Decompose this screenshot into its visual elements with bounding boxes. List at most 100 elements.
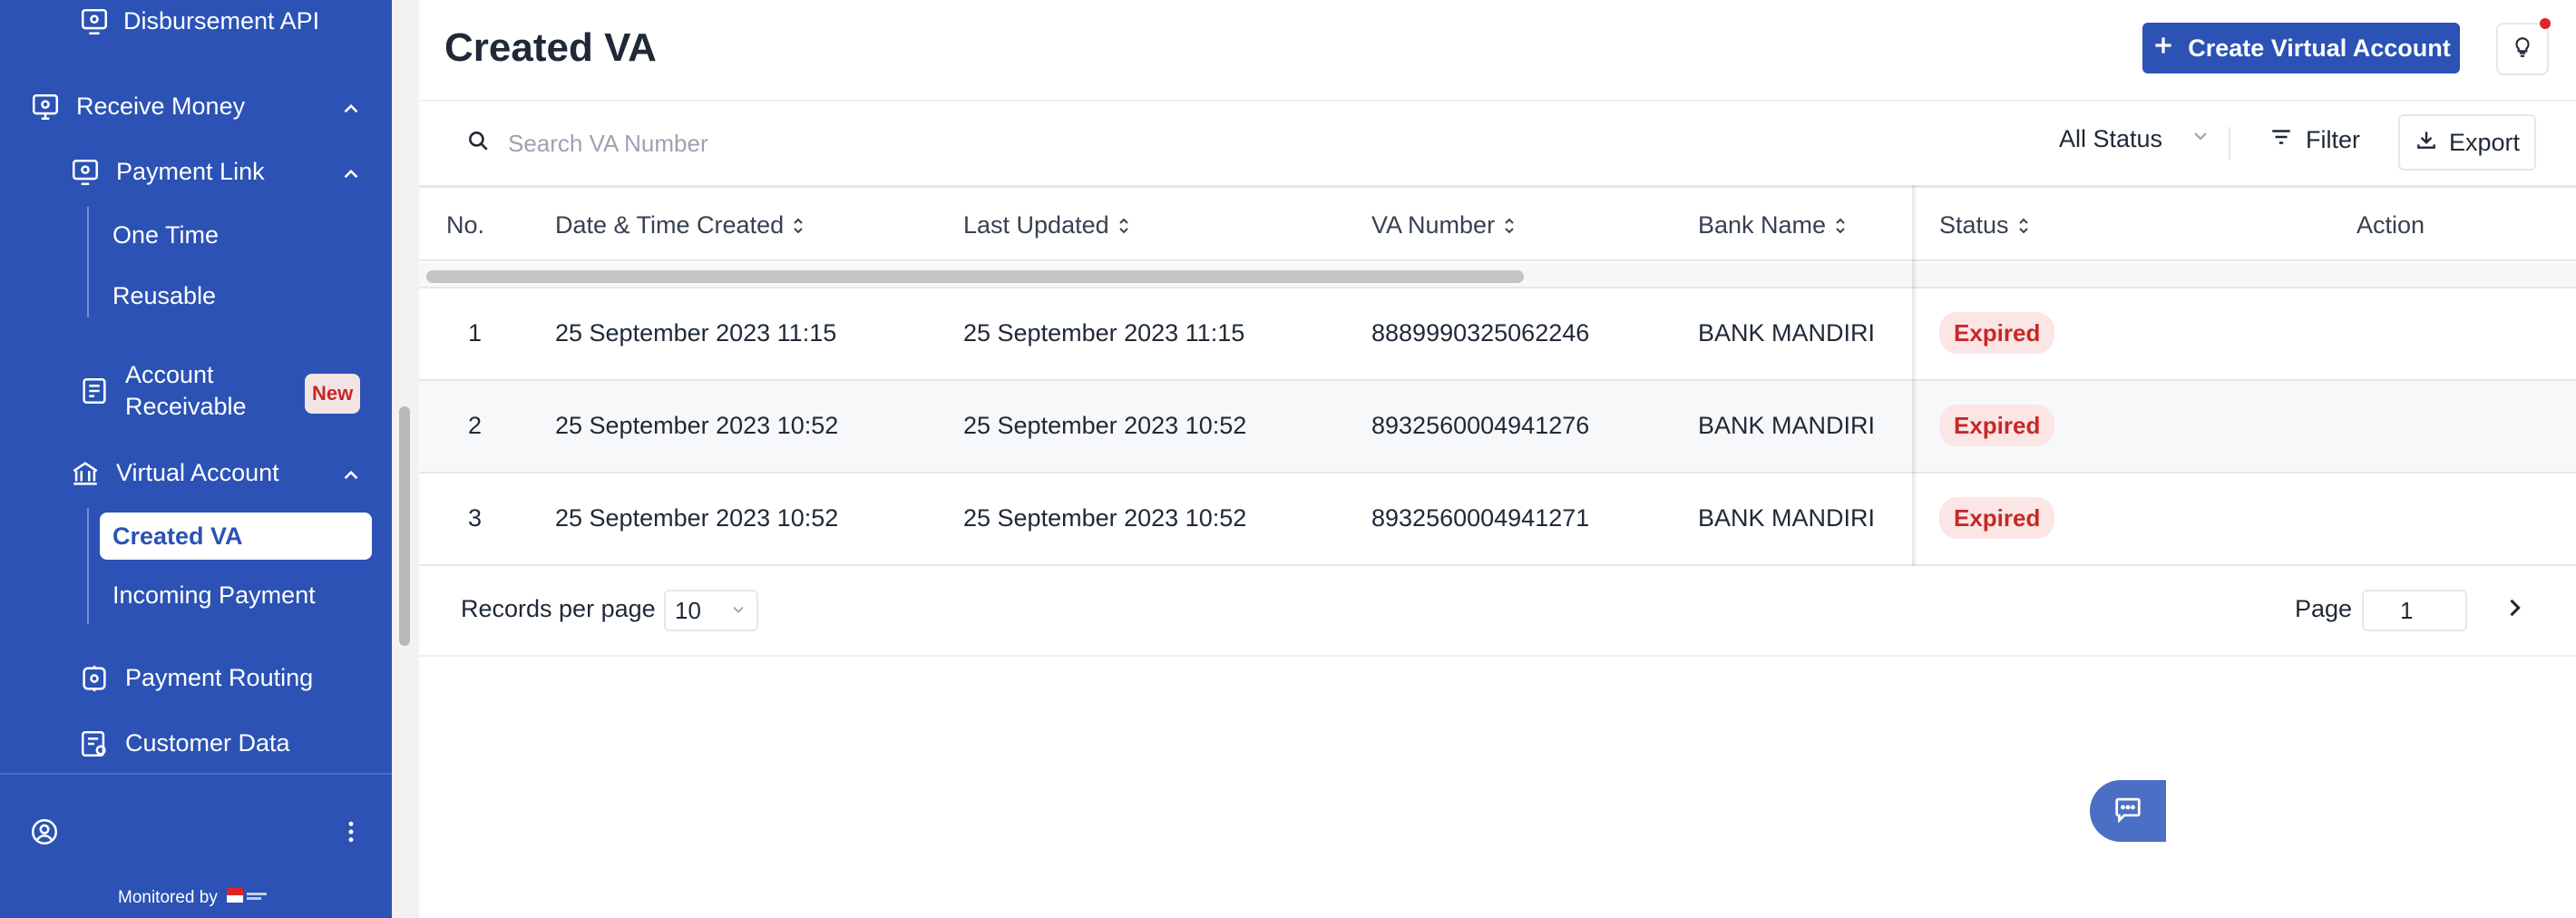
table-row[interactable]: 3 25 September 2023 10:52 25 September 2… <box>419 474 2576 566</box>
cell-last-updated: 25 September 2023 11:15 <box>963 319 1245 347</box>
search-input[interactable] <box>508 129 980 158</box>
next-page-button[interactable] <box>2496 591 2532 628</box>
chevron-down-icon <box>729 597 747 625</box>
sidebar-item-disbursement-api[interactable]: Disbursement API <box>78 5 319 38</box>
cell-bank-name: BANK MANDIRI <box>1698 319 1876 347</box>
chat-button[interactable] <box>2090 780 2166 842</box>
sidebar-item-receive-money[interactable]: Receive Money <box>29 91 245 123</box>
chevron-right-icon <box>2502 595 2527 625</box>
customer-icon <box>78 728 111 760</box>
pagination-bar: Records per page 10 Page <box>419 562 2576 657</box>
filter-label: Filter <box>2306 126 2360 153</box>
toolbar-divider <box>2229 127 2230 160</box>
status-filter-select[interactable]: All Status <box>2059 125 2211 153</box>
monitor-money-icon <box>29 91 62 123</box>
cell-date-created: 25 September 2023 10:52 <box>555 412 839 439</box>
lightbulb-icon <box>2511 34 2534 65</box>
sidebar-item-payment-routing[interactable]: Payment Routing <box>78 662 313 695</box>
records-per-page-label: Records per page <box>461 595 656 622</box>
monitored-by: Monitored by <box>118 885 268 911</box>
sidebar-item-label: Payment Routing <box>125 664 314 692</box>
column-label: Bank Name <box>1698 211 1827 239</box>
table-row[interactable]: 2 25 September 2023 10:52 25 September 2… <box>419 381 2576 474</box>
cell-last-updated: 25 September 2023 10:52 <box>963 504 1247 532</box>
frozen-column-shadow <box>1912 185 1917 566</box>
sidebar-item-one-time[interactable]: One Time <box>112 221 219 249</box>
sidebar-item-label: Disbursement API <box>123 7 320 35</box>
page-number-input[interactable] <box>2362 590 2467 631</box>
cell-bank-name: BANK MANDIRI <box>1698 504 1876 532</box>
sidebar-item-label: Virtual Account <box>116 459 279 487</box>
column-header-last-updated[interactable]: Last Updated <box>963 211 1129 239</box>
cell-no: 1 <box>468 319 483 347</box>
page-label: Page <box>2295 595 2353 622</box>
label-line-2: Receivable <box>125 393 247 421</box>
sort-icon <box>2018 218 2028 233</box>
create-button-label: Create Virtual Account <box>2188 34 2451 62</box>
chevron-down-icon <box>2190 125 2211 153</box>
tree-line <box>87 207 89 317</box>
column-header-va-number[interactable]: VA Number <box>1371 211 1515 239</box>
cell-bank-name: BANK MANDIRI <box>1698 412 1876 439</box>
user-circle-icon[interactable] <box>29 816 62 849</box>
cell-va-number: 8932560004941271 <box>1371 504 1590 532</box>
more-vertical-icon[interactable] <box>337 816 363 849</box>
chevron-up-icon[interactable] <box>338 463 364 488</box>
records-per-page-value: 10 <box>675 596 701 624</box>
tips-button[interactable] <box>2496 23 2549 75</box>
export-label: Export <box>2448 128 2521 156</box>
column-header-status[interactable]: Status <box>1939 211 2029 239</box>
sidebar-item-label: Receive Money <box>76 93 246 121</box>
label-line-1: Account <box>125 361 214 388</box>
column-label: Last Updated <box>963 211 1109 239</box>
status-badge: Expired <box>1939 497 2055 539</box>
sidebar-scrollbar[interactable] <box>399 406 410 646</box>
column-label: Action <box>2356 211 2425 239</box>
plus-icon <box>2152 34 2175 63</box>
notification-dot <box>2540 18 2551 29</box>
chevron-up-icon[interactable] <box>338 161 364 187</box>
sort-icon <box>794 218 803 233</box>
chevron-up-icon[interactable] <box>338 96 364 122</box>
sidebar-item-payment-link[interactable]: Payment Link <box>69 156 265 189</box>
sidebar-item-account-receivable[interactable]: Account Receivable <box>78 359 247 423</box>
search-icon <box>466 129 490 159</box>
cell-va-number: 8932560004941276 <box>1371 412 1590 439</box>
filter-button[interactable]: Filter <box>2269 125 2360 155</box>
search-bar <box>466 125 1010 161</box>
cell-date-created: 25 September 2023 10:52 <box>555 504 839 532</box>
tree-line <box>87 508 89 624</box>
export-button[interactable]: Export <box>2398 114 2536 171</box>
create-virtual-account-button[interactable]: Create Virtual Account <box>2142 23 2460 73</box>
status-filter-value: All Status <box>2059 125 2163 152</box>
column-header-date-created[interactable]: Date & Time Created <box>555 211 804 239</box>
cell-no: 2 <box>468 412 483 439</box>
status-badge: Expired <box>1939 312 2055 354</box>
table-row[interactable]: 1 25 September 2023 11:15 25 September 2… <box>419 288 2576 381</box>
sidebar-item-virtual-account[interactable]: Virtual Account <box>69 457 279 490</box>
invoice-icon <box>78 375 111 407</box>
sidebar-item-reusable[interactable]: Reusable <box>112 282 216 310</box>
table-scrollbar[interactable] <box>426 270 1524 283</box>
monitor-link-icon <box>69 156 102 189</box>
column-label: No. <box>446 211 485 239</box>
column-header-action: Action <box>2356 211 2425 239</box>
status-badge: Expired <box>1939 405 2055 446</box>
sidebar-item-customer-data[interactable]: Customer Data <box>78 728 290 760</box>
monitor-logo-icon <box>226 885 268 911</box>
table-header: No. Date & Time Created Last Updated VA … <box>419 185 2576 261</box>
sidebar-item-created-va[interactable]: Created VA <box>100 513 372 560</box>
records-per-page-select[interactable]: 10 <box>664 590 758 631</box>
sidebar: Disbursement API Receive Money Payment L… <box>0 0 392 918</box>
column-header-no: No. <box>446 211 484 239</box>
column-label: VA Number <box>1371 211 1496 239</box>
download-icon <box>2415 128 2438 158</box>
table-scrollbar-track <box>419 263 2576 288</box>
monitored-by-label: Monitored by <box>118 888 218 907</box>
sidebar-item-incoming-payment[interactable]: Incoming Payment <box>112 581 316 610</box>
new-badge: New <box>305 374 361 414</box>
column-header-bank-name[interactable]: Bank Name <box>1698 211 1846 239</box>
sort-icon <box>1118 218 1128 233</box>
sort-icon <box>1505 218 1514 233</box>
sidebar-item-label: Account Receivable <box>125 359 247 423</box>
